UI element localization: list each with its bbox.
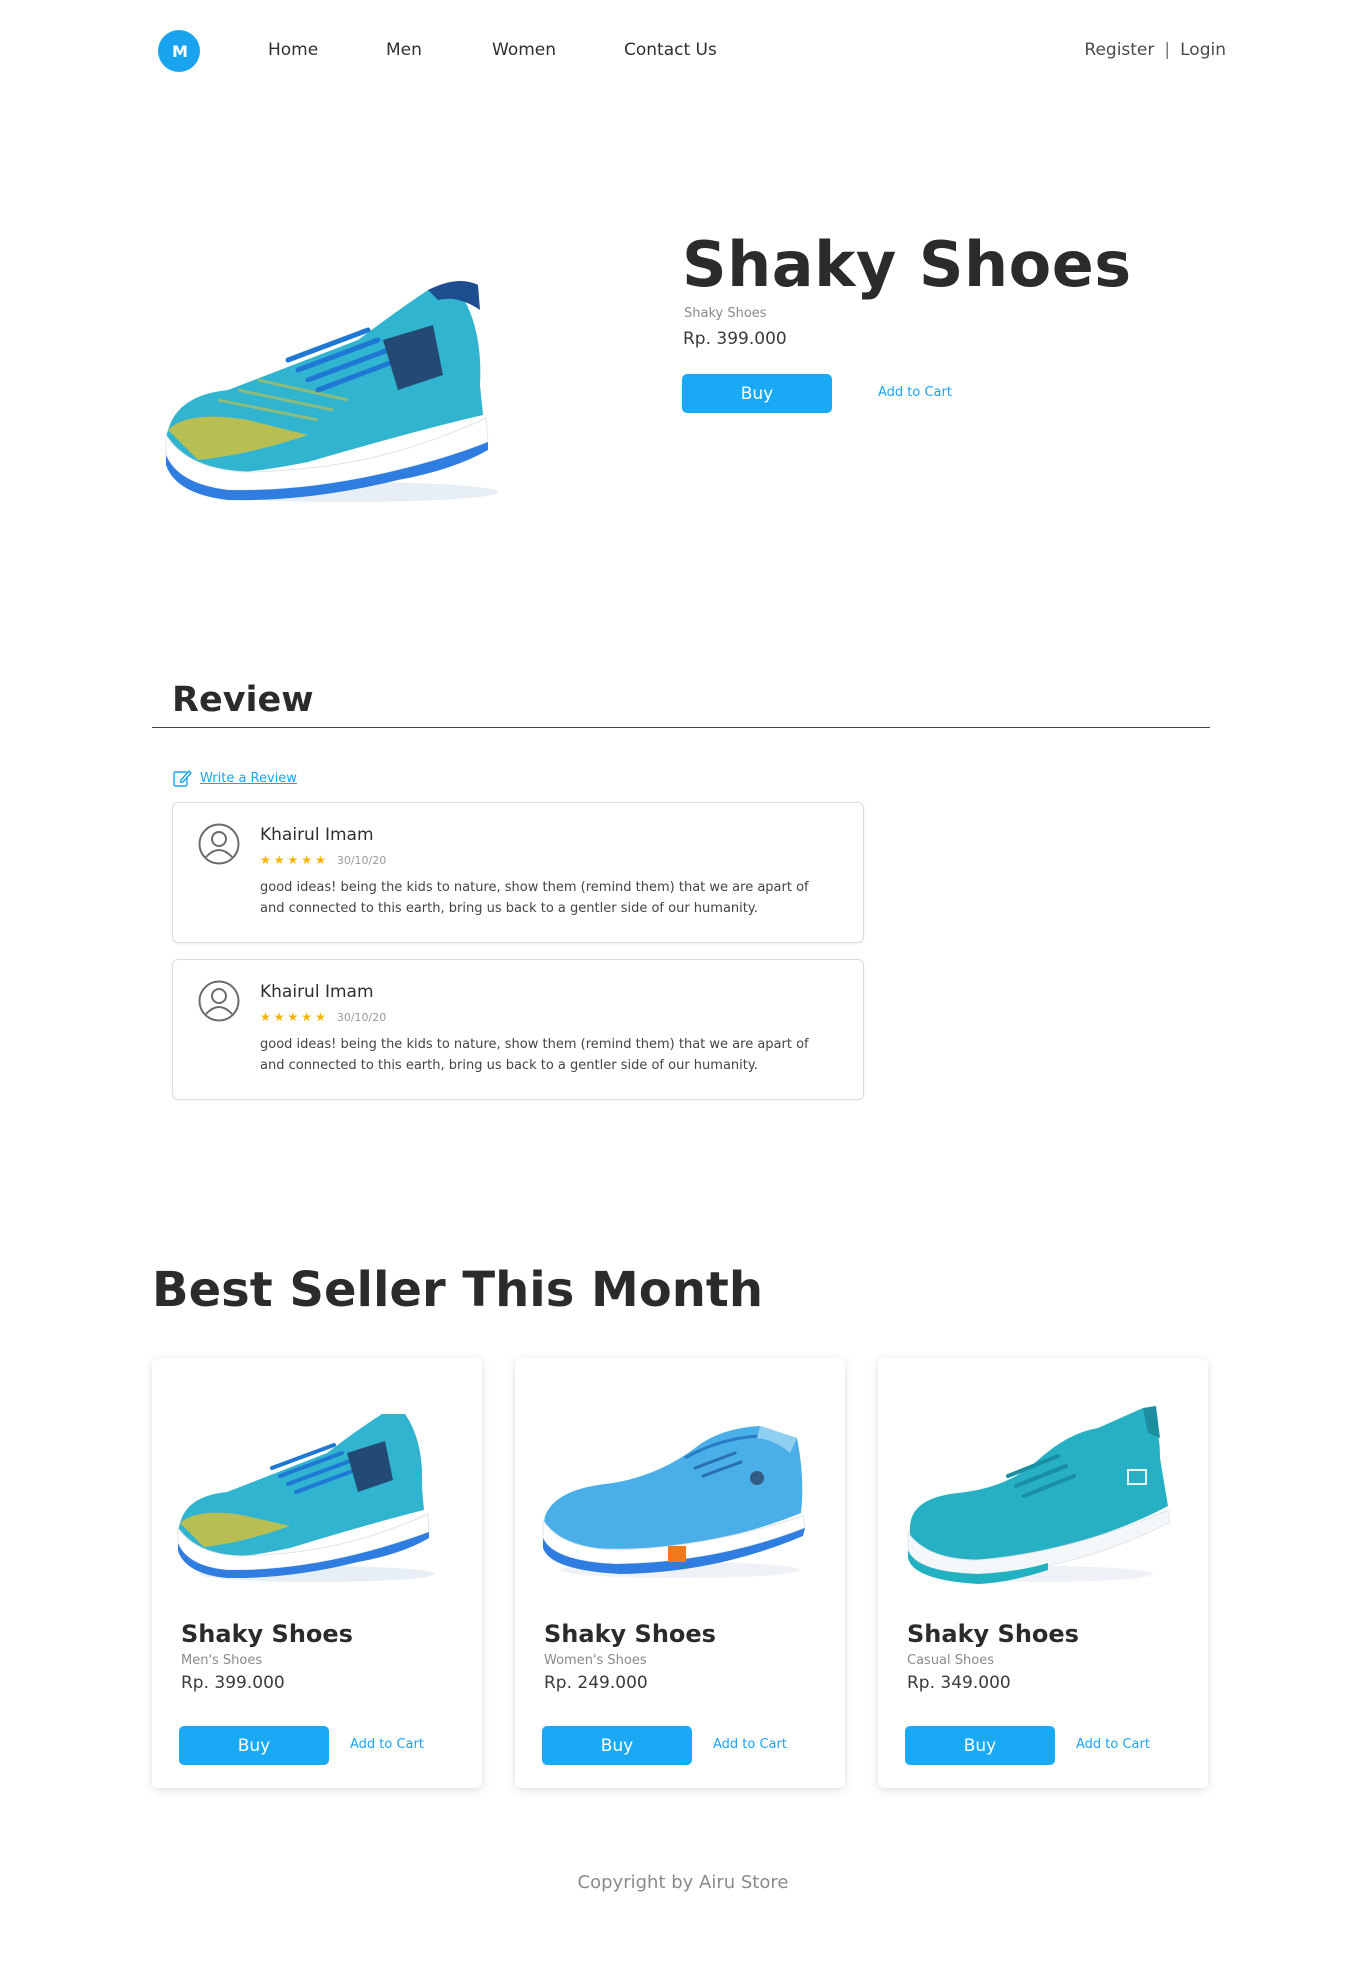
best-seller-heading: Best Seller This Month [152, 1262, 764, 1318]
star-icon: ★ [287, 1010, 299, 1024]
star-icon: ★ [315, 1010, 326, 1024]
review-text: good ideas! being the kids to nature, sh… [260, 1037, 809, 1073]
product-shoe-image [907, 1406, 1171, 1584]
auth-links: Register | Login [1084, 40, 1226, 60]
review-card: Khairul Imam ★ ★ ★ ★ ★ 30/10/20 good ide… [172, 802, 864, 943]
review-date: 30/10/20 [336, 1010, 387, 1024]
nav-link-home[interactable]: Home [268, 40, 318, 60]
logo-text: M [172, 41, 188, 61]
auth-separator: | [1164, 40, 1171, 60]
write-review-link[interactable]: Write a Review [172, 768, 297, 788]
product-card[interactable]: Shaky Shoes Men's Shoes Rp. 399.000 Buy … [152, 1358, 482, 1788]
star-icon: ★ [301, 1010, 313, 1024]
product-name: Shaky Shoes [544, 1620, 716, 1648]
reviewer-name: Khairul Imam [260, 982, 374, 1002]
buy-button[interactable]: Buy [905, 1726, 1055, 1765]
review-date: 30/10/20 [336, 853, 387, 867]
star-icon: ★ [260, 1010, 271, 1024]
product-price: Rp. 399.000 [683, 329, 787, 349]
review-heading: Review [172, 680, 314, 720]
star-icon: ★ [260, 853, 271, 867]
product-name: Shaky Shoes [907, 1620, 1079, 1648]
product-price: Rp. 349.000 [907, 1673, 1011, 1693]
user-avatar-icon [198, 980, 240, 1022]
product-subtitle: Shaky Shoes [684, 306, 767, 321]
review-divider [152, 727, 1210, 728]
star-rating: ★ ★ ★ ★ ★ 30/10/20 [260, 853, 386, 867]
product-shoe-image [177, 1414, 435, 1582]
star-icon: ★ [273, 1010, 285, 1024]
star-icon: ★ [273, 853, 285, 867]
product-category: Men's Shoes [181, 1653, 263, 1668]
star-icon: ★ [315, 853, 326, 867]
user-avatar-icon [198, 823, 240, 865]
star-icon: ★ [287, 853, 299, 867]
product-category: Casual Shoes [907, 1653, 994, 1668]
star-icon: ★ [301, 853, 313, 867]
product-name: Shaky Shoes [181, 1620, 353, 1648]
buy-button[interactable]: Buy [179, 1726, 329, 1765]
product-card[interactable]: Shaky Shoes Women's Shoes Rp. 249.000 Bu… [515, 1358, 845, 1788]
product-category: Women's Shoes [544, 1653, 647, 1668]
footer-copyright: Copyright by Airu Store [577, 1872, 789, 1893]
login-link[interactable]: Login [1180, 40, 1226, 60]
nav-link-contact-us[interactable]: Contact Us [624, 40, 717, 60]
buy-button[interactable]: Buy [542, 1726, 692, 1765]
product-card[interactable]: Shaky Shoes Casual Shoes Rp. 349.000 Buy… [878, 1358, 1208, 1788]
product-price: Rp. 399.000 [181, 1673, 285, 1693]
add-to-cart-button[interactable]: Add to Cart [878, 385, 952, 400]
nav-link-men[interactable]: Men [386, 40, 422, 60]
reviewer-name: Khairul Imam [260, 825, 374, 845]
edit-icon [173, 770, 192, 787]
add-to-cart-button[interactable]: Add to Cart [350, 1737, 424, 1752]
product-shoe-image [542, 1426, 806, 1578]
add-to-cart-button[interactable]: Add to Cart [713, 1737, 787, 1752]
product-title: Shaky Shoes [682, 228, 1132, 301]
register-link[interactable]: Register [1084, 40, 1154, 60]
nav-link-women[interactable]: Women [492, 40, 556, 60]
star-rating: ★ ★ ★ ★ ★ 30/10/20 [260, 1010, 386, 1024]
hero-shoe-image [165, 281, 498, 502]
top-navbar: M Home Men Women Contact Us Register | L… [0, 0, 1366, 104]
review-card: Khairul Imam ★ ★ ★ ★ ★ 30/10/20 good ide… [172, 959, 864, 1100]
add-to-cart-button[interactable]: Add to Cart [1076, 1737, 1150, 1752]
brand-logo[interactable]: M [158, 30, 200, 72]
product-price: Rp. 249.000 [544, 1673, 648, 1693]
write-review-label: Write a Review [200, 770, 297, 786]
review-text: good ideas! being the kids to nature, sh… [260, 880, 809, 916]
buy-button[interactable]: Buy [682, 374, 832, 413]
